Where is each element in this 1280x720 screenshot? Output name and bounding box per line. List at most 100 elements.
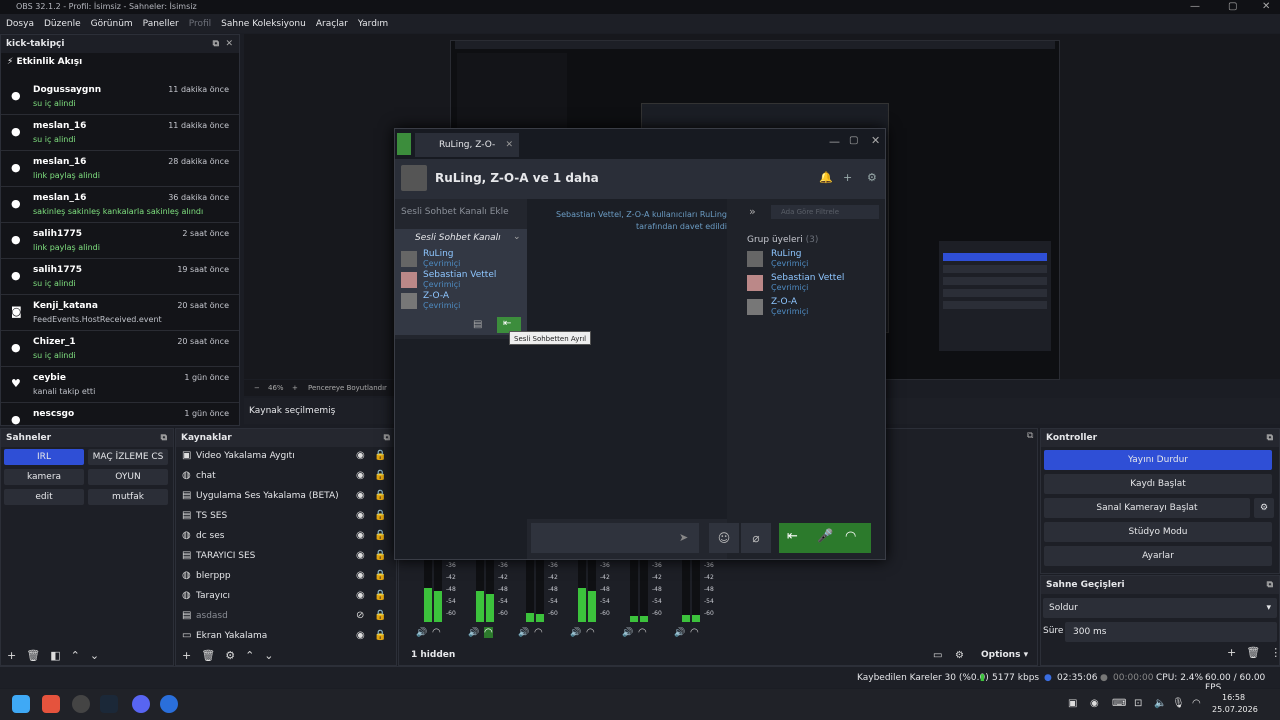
eye-icon[interactable]: ◉ — [356, 450, 365, 461]
eye-icon[interactable]: ◉ — [356, 510, 365, 521]
mixer-options-button[interactable]: Options ▾ — [981, 650, 1028, 660]
source-item[interactable]: ▭ Ekran Yakalama ◉ 🔒 — [176, 627, 390, 647]
transition-select[interactable]: Soldur ▾ — [1043, 598, 1277, 618]
app-icon[interactable] — [160, 695, 178, 713]
lock-icon[interactable]: 🔒 — [374, 530, 386, 541]
gear-icon[interactable]: ⚙ — [225, 649, 235, 662]
eye-icon[interactable]: ◉ — [356, 570, 365, 581]
float-icon[interactable]: ⧉ — [1267, 429, 1273, 447]
stop-stream-button[interactable]: Yayını Durdur — [1044, 450, 1272, 470]
lock-icon[interactable]: 🔒 — [374, 630, 386, 641]
source-item[interactable]: ◍ dc ses ◉ 🔒 — [176, 527, 390, 547]
lock-icon[interactable]: 🔒 — [374, 590, 386, 601]
scene-edit[interactable]: edit — [4, 489, 84, 505]
minimize-icon[interactable]: — — [829, 135, 840, 148]
source-item[interactable]: ▤ TARAYICI SES ◉ 🔒 — [176, 547, 390, 567]
filter-icon[interactable]: ◧ — [50, 649, 60, 662]
source-item[interactable]: ◍ blerppp ◉ 🔒 — [176, 567, 390, 587]
volume-icon[interactable]: 🔊 — [416, 628, 427, 638]
menu-araclar[interactable]: Araçlar — [316, 19, 348, 29]
minimize-icon[interactable]: — — [1190, 0, 1200, 14]
eye-icon[interactable]: ◉ — [356, 490, 365, 501]
settings-button[interactable]: Ayarlar — [1044, 546, 1272, 566]
obs-icon[interactable] — [72, 695, 90, 713]
volume-icon[interactable]: 🔊 — [674, 628, 685, 638]
source-item[interactable]: ▤ TS SES ◉ 🔒 — [176, 507, 390, 527]
collapse-icon[interactable]: » — [749, 205, 756, 218]
studio-mode-button[interactable]: Stüdyo Modu — [1044, 522, 1272, 542]
volume-icon[interactable]: 🔊 — [468, 628, 479, 638]
eye-hidden-icon[interactable]: ⊘ — [356, 610, 364, 621]
down-arrow-icon[interactable]: ⌄ — [264, 649, 273, 662]
float-icon[interactable]: ⧉ — [384, 429, 390, 447]
close-icon[interactable]: ✕ — [871, 134, 880, 147]
float-icon[interactable]: ⧉ — [1027, 431, 1033, 441]
monitor-headphones-icon[interactable]: ◠ — [690, 627, 699, 638]
scene-irl[interactable]: IRL — [4, 449, 84, 465]
group-member[interactable]: RuLing Çevrimiçi — [747, 249, 877, 269]
start-virtual-camera-button[interactable]: Sanal Kamerayı Başlat — [1044, 498, 1250, 518]
message-input[interactable] — [531, 523, 699, 553]
lock-icon[interactable]: 🔒 — [374, 510, 386, 521]
source-item[interactable]: ▤ asdasd ⊘ 🔒 — [176, 607, 390, 627]
add-icon[interactable]: + — [182, 649, 191, 662]
down-arrow-icon[interactable]: ⌄ — [90, 649, 99, 662]
discord-icon[interactable] — [132, 695, 150, 713]
eye-icon[interactable]: ◉ — [356, 550, 365, 561]
up-arrow-icon[interactable]: ⌃ — [71, 649, 80, 662]
trash-icon[interactable]: 🗑 — [26, 649, 40, 662]
menu-gorunum[interactable]: Görünüm — [91, 19, 133, 29]
volume-icon[interactable]: 🔊 — [518, 628, 529, 638]
microphone-icon[interactable]: 🎤 — [817, 529, 833, 544]
bell-icon[interactable]: 🔔 — [819, 171, 833, 184]
gear-icon[interactable]: ⚙ — [1254, 498, 1274, 518]
duration-input[interactable]: 300 ms — [1065, 622, 1277, 642]
add-voice-channel[interactable]: Sesli Sohbet Kanalı Ekle — [401, 207, 509, 217]
lock-icon[interactable]: 🔒 — [374, 470, 386, 481]
close-icon[interactable]: ✕ — [505, 133, 513, 157]
attach-button[interactable]: ⌀ — [741, 523, 771, 553]
lock-icon[interactable]: 🔒 — [374, 550, 386, 561]
start-recording-button[interactable]: Kaydı Başlat — [1044, 474, 1272, 494]
eye-icon[interactable]: ◉ — [356, 530, 365, 541]
menu-duzenle[interactable]: Düzenle — [44, 19, 81, 29]
channel-settings-icon[interactable]: ▤ — [473, 319, 482, 330]
gear-icon[interactable]: ⚙ — [867, 171, 877, 184]
source-item[interactable]: ▤ Uygulama Ses Yakalama (BETA) ◉ 🔒 — [176, 487, 390, 507]
maximize-icon[interactable]: ▢ — [1228, 0, 1237, 14]
add-icon[interactable]: + — [7, 649, 16, 662]
add-icon[interactable]: + — [1227, 646, 1236, 659]
menu-profil[interactable]: Profil — [189, 19, 211, 29]
windows-start-icon[interactable] — [12, 695, 30, 713]
fit-window-button[interactable]: Pencereye Boyutlandır — [308, 380, 387, 396]
brave-icon[interactable] — [42, 695, 60, 713]
chat-tab[interactable]: RuLing, Z-O- ✕ — [415, 133, 519, 157]
send-icon[interactable]: ➤ — [679, 531, 688, 544]
eye-icon[interactable]: ◉ — [356, 630, 365, 641]
source-item[interactable]: ▣ Video Yakalama Aygıtı ◉ 🔒 — [176, 447, 390, 467]
close-icon[interactable]: ✕ — [1262, 0, 1270, 14]
voice-member[interactable]: Z-O-A Çevrimiçi — [401, 291, 521, 311]
lock-icon[interactable]: 🔒 — [374, 490, 386, 501]
menu-sahne-koleksiyonu[interactable]: Sahne Koleksiyonu — [221, 19, 306, 29]
nvidia-icon[interactable]: ▣ — [1068, 698, 1077, 709]
voice-member[interactable]: RuLing Çevrimiçi — [401, 249, 521, 269]
chevron-down-icon[interactable]: ⌄ — [513, 232, 521, 242]
headset-icon[interactable]: ◠ — [845, 529, 856, 544]
dock-close-icon[interactable]: ✕ — [225, 35, 233, 53]
eye-icon[interactable]: ◉ — [356, 470, 365, 481]
group-member[interactable]: Z-O-A Çevrimiçi — [747, 297, 877, 317]
steam-tray-icon[interactable]: ◉ — [1090, 698, 1099, 709]
up-arrow-icon[interactable]: ⌃ — [245, 649, 254, 662]
float-icon[interactable]: ⧉ — [1267, 576, 1273, 594]
lock-icon[interactable]: 🔒 — [374, 450, 386, 461]
lock-icon[interactable]: 🔒 — [374, 570, 386, 581]
scene-oyun[interactable]: OYUN — [88, 469, 168, 485]
monitor-headphones-icon[interactable]: ◠ — [432, 627, 441, 638]
source-item[interactable]: ◍ chat ◉ 🔒 — [176, 467, 390, 487]
emoji-button[interactable]: ☺ — [709, 523, 739, 553]
maximize-icon[interactable]: ▢ — [849, 135, 858, 146]
eye-icon[interactable]: ◉ — [356, 590, 365, 601]
trash-icon[interactable]: 🗑 — [1246, 646, 1260, 659]
ime-icon[interactable]: ⌨ — [1112, 698, 1126, 709]
